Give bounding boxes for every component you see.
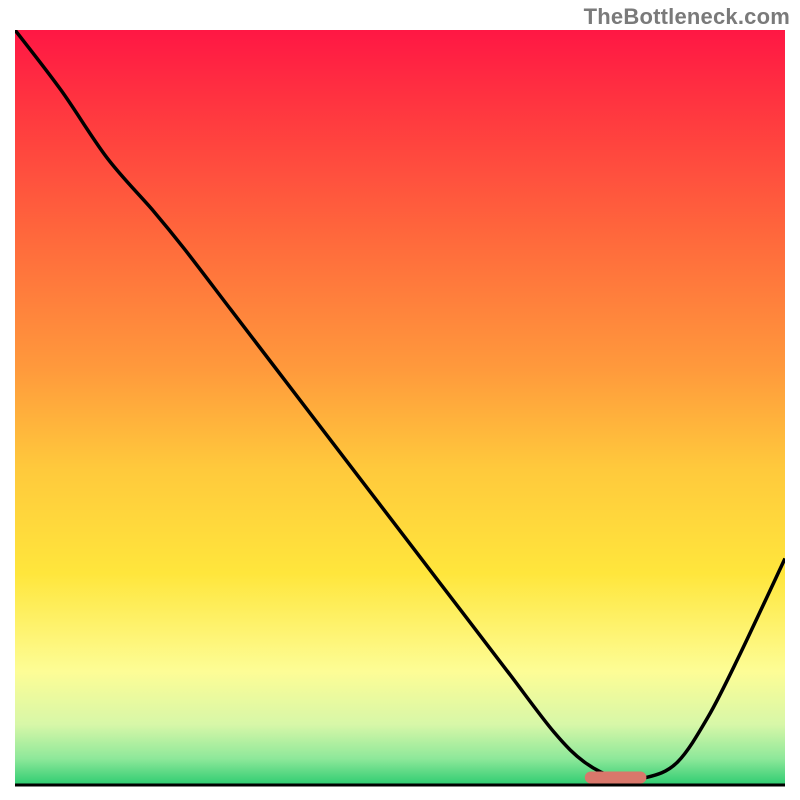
- gradient-background: [15, 30, 785, 785]
- chart-svg: [0, 0, 800, 800]
- attribution-text: TheBottleneck.com: [584, 4, 790, 30]
- bottleneck-chart: TheBottleneck.com: [0, 0, 800, 800]
- optimal-range-marker: [585, 771, 647, 783]
